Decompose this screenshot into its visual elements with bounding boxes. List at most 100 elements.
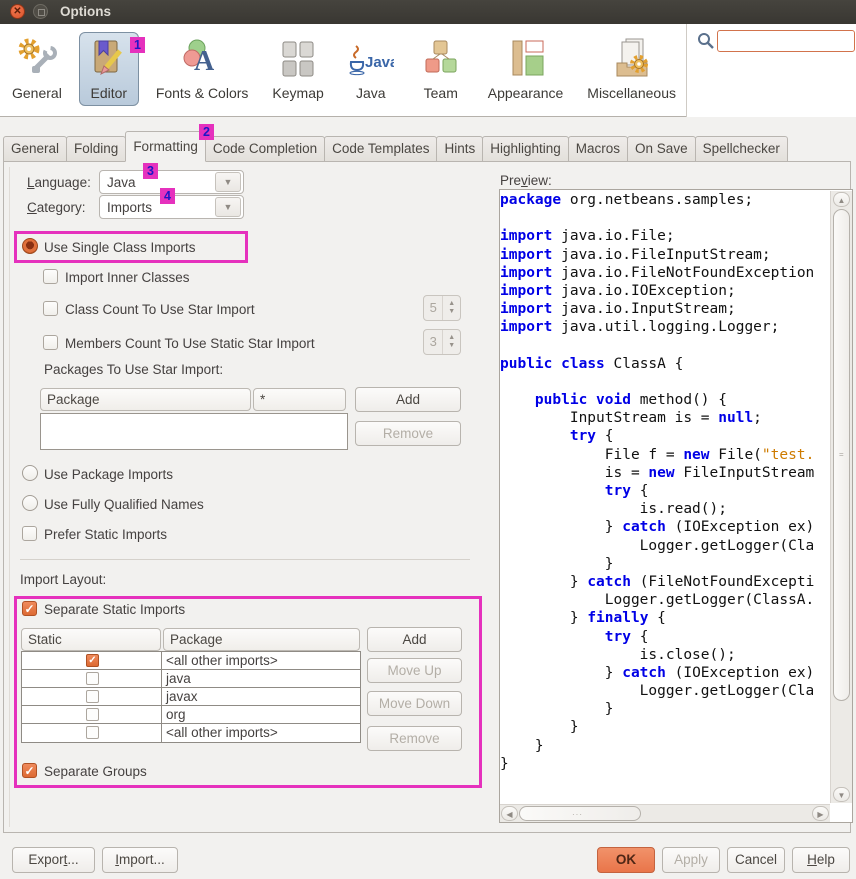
spinner-arrows-icon[interactable]: ▲▼ <box>443 296 460 320</box>
code-line: import java.io.FileNotFoundException <box>500 264 830 282</box>
layout-table-row[interactable]: ✓<all other imports> <box>22 652 360 670</box>
static-checkbox[interactable] <box>86 708 99 721</box>
layout-table-row[interactable]: javax <box>22 688 360 706</box>
use-fully-qualified-radio[interactable] <box>22 495 38 511</box>
search-icon <box>697 32 715 50</box>
use-single-class-imports-label: Use Single Class Imports <box>44 240 196 255</box>
code-line: } <box>500 737 830 755</box>
code-line: try { <box>500 628 830 646</box>
scroll-right-icon[interactable]: ▶ <box>812 806 829 821</box>
star-remove-button[interactable]: Remove <box>355 421 461 446</box>
code-line: Logger.getLogger(Cla <box>500 682 830 700</box>
use-package-imports-radio[interactable] <box>22 465 38 481</box>
title-bar[interactable]: ✕ Options <box>0 0 856 24</box>
scroll-up-icon[interactable]: ▲ <box>833 192 850 207</box>
layout-table-header-static[interactable]: Static <box>21 628 161 651</box>
prefer-static-imports-checkbox[interactable] <box>22 526 37 541</box>
separate-groups-checkbox[interactable]: ✓ <box>22 763 37 778</box>
cancel-button[interactable]: Cancel <box>727 847 785 873</box>
toolbar-item-team[interactable]: Team <box>411 32 471 106</box>
static-checkbox[interactable] <box>86 690 99 703</box>
code-line: is.read(); <box>500 500 830 518</box>
separate-static-imports-checkbox[interactable]: ✓ <box>22 601 37 616</box>
help-button[interactable]: Help <box>792 847 850 873</box>
tab-formatting[interactable]: Formatting <box>125 131 206 162</box>
layout-table-row[interactable]: java <box>22 670 360 688</box>
tab-general[interactable]: General <box>3 136 67 162</box>
language-combo-value: Java <box>100 175 213 190</box>
toolbar-item-appearance[interactable]: Appearance <box>481 32 571 106</box>
class-count-checkbox[interactable] <box>43 301 58 316</box>
tab-macros[interactable]: Macros <box>568 136 628 162</box>
layout-table-row[interactable]: org <box>22 706 360 724</box>
code-line: File f = new File("test. <box>500 446 830 464</box>
code-line: import java.io.InputStream; <box>500 300 830 318</box>
toolbar-item-general[interactable]: General <box>5 32 69 106</box>
layout-table-row[interactable]: <all other imports> <box>22 724 360 742</box>
close-icon[interactable]: ✕ <box>10 4 25 19</box>
import-inner-classes-checkbox[interactable] <box>43 269 58 284</box>
export-button[interactable]: Export... <box>12 847 95 873</box>
language-combo[interactable]: Java ▼ <box>99 170 244 194</box>
layout-row-static-cell <box>22 670 162 687</box>
scroll-down-icon[interactable]: ▼ <box>833 787 850 802</box>
code-line <box>500 337 830 355</box>
members-count-checkbox[interactable] <box>43 335 58 350</box>
chevron-down-icon[interactable]: ▼ <box>215 197 241 217</box>
toolbar-item-miscellaneous[interactable]: Miscellaneous <box>580 32 683 106</box>
maximize-icon[interactable] <box>33 4 48 19</box>
vertical-scrollbar[interactable]: ▲ = ▼ <box>830 191 852 803</box>
toolbar-item-editor[interactable]: Editor <box>79 32 139 106</box>
toolbar-item-label: Editor <box>91 85 128 101</box>
code-line: } <box>500 555 830 573</box>
toolbar-item-fonts-colors[interactable]: AFonts & Colors <box>149 32 256 106</box>
import-button[interactable]: Import... <box>102 847 178 873</box>
tab-spellchecker[interactable]: Spellchecker <box>695 136 788 162</box>
star-table-body[interactable] <box>40 413 348 450</box>
layout-add-button[interactable]: Add <box>367 627 462 652</box>
horizontal-scroll-thumb[interactable]: ··· <box>519 806 641 821</box>
layout-table-header-package[interactable]: Package <box>163 628 360 651</box>
static-checkbox[interactable]: ✓ <box>86 654 99 667</box>
category-combo[interactable]: Imports ▼ <box>99 195 244 219</box>
static-checkbox[interactable] <box>86 672 99 685</box>
tab-code-completion[interactable]: Code Completion <box>205 136 325 162</box>
tab-code-templates[interactable]: Code Templates <box>324 136 437 162</box>
tab-on-save[interactable]: On Save <box>627 136 696 162</box>
toolbar-item-java[interactable]: JavaJava <box>341 32 401 106</box>
layout-move-up-button[interactable]: Move Up <box>367 658 462 683</box>
layout-row-package-cell: org <box>162 706 360 723</box>
class-count-spinner[interactable]: 5 ▲▼ <box>423 295 461 321</box>
ok-button[interactable]: OK <box>597 847 655 873</box>
search-input[interactable] <box>717 30 855 52</box>
code-line <box>500 373 830 391</box>
vertical-scroll-thumb[interactable]: = <box>833 209 850 701</box>
horizontal-scrollbar[interactable]: ◀ ··· ▶ <box>500 804 830 822</box>
label-text: H <box>807 852 817 867</box>
code-line: is = new FileInputStream <box>500 464 830 482</box>
layout-table-body: ✓<all other imports>javajavaxorg<all oth… <box>21 651 361 743</box>
chevron-down-icon[interactable]: ▼ <box>215 172 241 192</box>
spinner-arrows-icon[interactable]: ▲▼ <box>443 330 460 354</box>
book-pencil-icon <box>86 36 132 82</box>
star-add-button[interactable]: Add <box>355 387 461 412</box>
tab-highlighting[interactable]: Highlighting <box>482 136 569 162</box>
static-checkbox[interactable] <box>86 726 99 739</box>
layout-remove-button[interactable]: Remove <box>367 726 462 751</box>
star-table-header-star[interactable]: * <box>253 388 346 411</box>
star-table-header-package[interactable]: Package <box>40 388 251 411</box>
layout-move-down-button[interactable]: Move Down <box>367 691 462 716</box>
apply-button[interactable]: Apply <box>662 847 720 873</box>
tab-hints[interactable]: Hints <box>436 136 483 162</box>
tab-folding[interactable]: Folding <box>66 136 126 162</box>
toolbar-item-keymap[interactable]: Keymap <box>265 32 330 106</box>
editor-tabs: GeneralFoldingFormattingCode CompletionC… <box>3 131 853 162</box>
use-single-class-imports-radio[interactable] <box>22 238 38 254</box>
scroll-left-icon[interactable]: ◀ <box>501 806 518 821</box>
prefer-static-imports-label: Prefer Static Imports <box>44 527 167 542</box>
label-text: Expor <box>28 852 63 867</box>
java-cup-icon: Java <box>348 36 394 82</box>
search-area <box>686 24 856 117</box>
papers-gear-icon <box>609 36 655 82</box>
members-count-spinner[interactable]: 3 ▲▼ <box>423 329 461 355</box>
